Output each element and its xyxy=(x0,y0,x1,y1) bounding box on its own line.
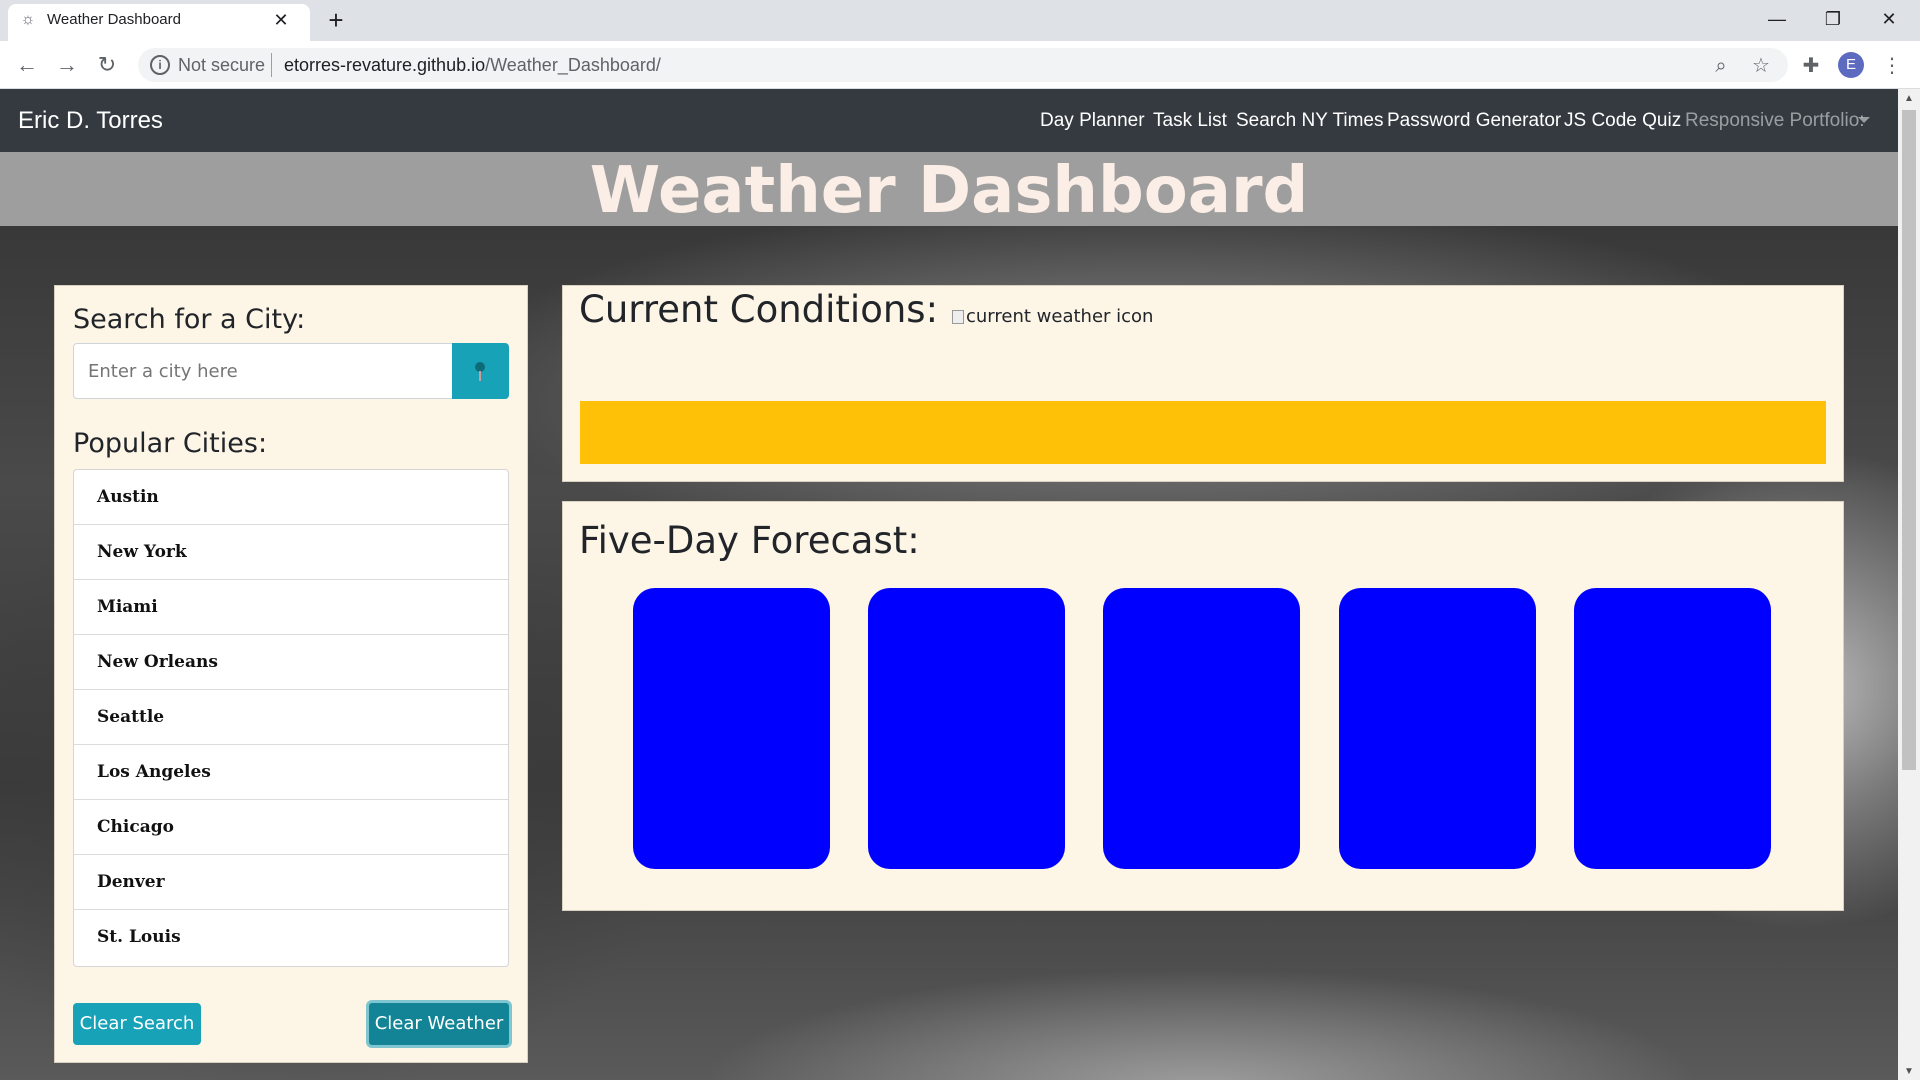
city-item-new-york[interactable]: New York xyxy=(74,525,508,580)
back-icon[interactable]: ← xyxy=(11,50,43,80)
city-item-chicago[interactable]: Chicago xyxy=(74,800,508,855)
url-host: etorres-revature.github.io xyxy=(284,55,486,75)
current-conditions-bar xyxy=(580,401,1826,464)
bookmark-star-icon[interactable]: ☆ xyxy=(1747,52,1775,80)
city-item-austin[interactable]: Austin xyxy=(74,470,508,525)
url-path: /Weather_Dashboard/ xyxy=(485,55,661,75)
nav-link-search-ny-times[interactable]: Search NY Times xyxy=(1236,109,1383,133)
zoom-icon[interactable]: ⌕ xyxy=(1707,52,1735,80)
info-icon[interactable]: i xyxy=(150,55,170,75)
forecast-card xyxy=(1574,588,1771,869)
url-separator xyxy=(271,53,272,77)
caret-down-icon[interactable] xyxy=(1858,117,1870,123)
city-item-los-angeles[interactable]: Los Angeles xyxy=(74,745,508,800)
search-heading: Search for a City: xyxy=(73,304,306,335)
broken-image-icon xyxy=(952,310,964,324)
forecast-card xyxy=(868,588,1065,869)
forward-icon[interactable]: → xyxy=(51,50,83,80)
weather-favicon-icon: ☼ xyxy=(20,11,36,28)
tab-title: Weather Dashboard xyxy=(47,11,181,28)
popular-cities-heading: Popular Cities: xyxy=(73,428,268,459)
nav-dropdown-portfolio[interactable]: Responsive Portfolio: xyxy=(1685,109,1865,133)
close-window-icon[interactable]: ✕ xyxy=(1862,0,1916,38)
clear-search-button[interactable]: Clear Search xyxy=(73,1003,201,1045)
navbar-brand[interactable]: Eric D. Torres xyxy=(18,106,163,136)
current-weather-icon: current weather icon xyxy=(952,306,1153,328)
city-item-seattle[interactable]: Seattle xyxy=(74,690,508,745)
page-title: Weather Dashboard xyxy=(589,154,1309,228)
new-tab-button[interactable]: + xyxy=(322,7,350,34)
current-conditions-heading: Current Conditions: xyxy=(579,288,939,331)
forecast-heading: Five-Day Forecast: xyxy=(579,519,920,562)
current-weather-icon-alt: current weather icon xyxy=(966,306,1154,327)
city-item-miami[interactable]: Miami xyxy=(74,580,508,635)
nav-link-task-list[interactable]: Task List xyxy=(1153,109,1227,133)
forecast-card xyxy=(1339,588,1536,869)
nav-link-js-code-quiz[interactable]: JS Code Quiz xyxy=(1564,109,1681,133)
reload-icon[interactable]: ↻ xyxy=(91,50,123,80)
map-pin-stem xyxy=(479,371,481,381)
minimize-icon[interactable]: — xyxy=(1750,0,1804,38)
forecast-card xyxy=(1103,588,1300,869)
security-label[interactable]: Not secure xyxy=(178,55,265,75)
scrollbar-thumb[interactable] xyxy=(1902,110,1916,770)
url-text[interactable]: etorres-revature.github.io/Weather_Dashb… xyxy=(284,55,661,75)
clear-weather-button[interactable]: Clear Weather xyxy=(366,1000,512,1048)
popular-cities-list: Austin New York Miami New Orleans Seattl… xyxy=(73,469,509,967)
city-item-new-orleans[interactable]: New Orleans xyxy=(74,635,508,690)
city-item-st-louis[interactable]: St. Louis xyxy=(74,910,508,965)
close-tab-icon[interactable]: ✕ xyxy=(270,9,292,31)
forecast-card xyxy=(633,588,830,869)
restore-icon[interactable]: ❐ xyxy=(1806,0,1860,38)
nav-link-day-planner[interactable]: Day Planner xyxy=(1040,109,1145,133)
menu-kebab-icon[interactable]: ⋮ xyxy=(1878,52,1906,80)
city-item-denver[interactable]: Denver xyxy=(74,855,508,910)
scroll-down-icon[interactable]: ▼ xyxy=(1898,1064,1920,1080)
profile-avatar[interactable]: E xyxy=(1838,52,1864,78)
city-search-input[interactable] xyxy=(73,343,453,399)
scroll-up-icon[interactable]: ▲ xyxy=(1898,91,1920,107)
extensions-icon[interactable]: ✚ xyxy=(1797,52,1825,80)
nav-link-password-generator[interactable]: Password Generator xyxy=(1387,109,1561,133)
